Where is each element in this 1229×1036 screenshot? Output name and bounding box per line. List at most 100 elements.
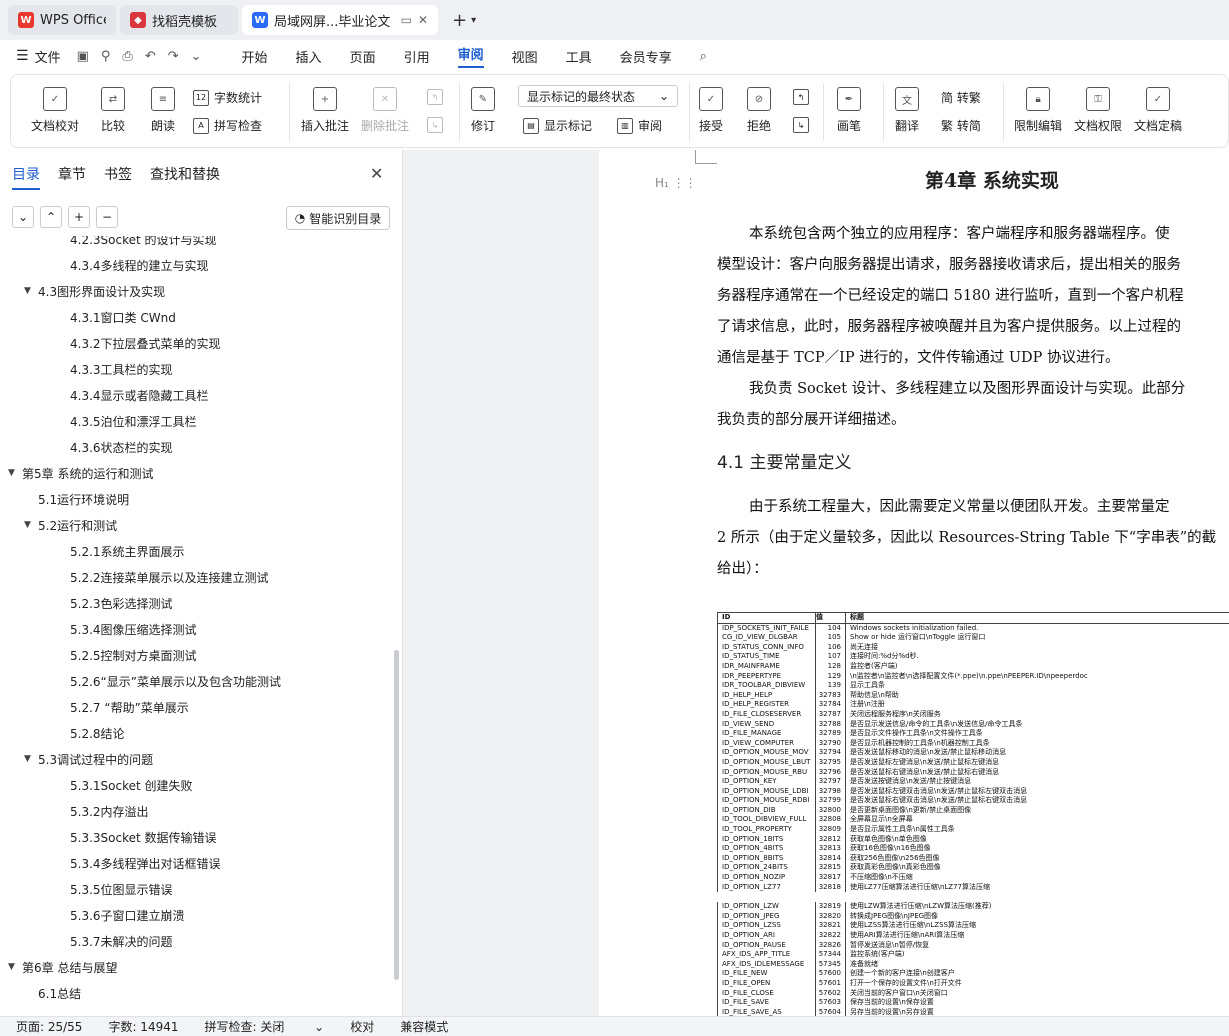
menu-insert[interactable]: 插入	[296, 47, 322, 66]
toc-item[interactable]: 4.3.2下拉层叠式菜单的实现	[70, 330, 221, 356]
doc-proof-button[interactable]: ✓ 文档校对	[31, 87, 79, 134]
toc-item[interactable]: 5.2.3色彩选择测试	[70, 590, 173, 616]
toc-item[interactable]: ▼ 4.3图形界面设计及实现	[24, 278, 165, 304]
expand-arrow-icon[interactable]: ▼	[8, 962, 22, 972]
compare-button[interactable]: ⇄ 比较	[101, 87, 125, 134]
chevron-down-icon[interactable]: ⌄	[191, 49, 202, 64]
toc-item[interactable]: 5.3.5位图显示错误	[70, 876, 173, 902]
next-change-icon[interactable]: ↳	[793, 117, 814, 133]
toc-item[interactable]: 5.2.8结论	[70, 720, 125, 746]
toc-item[interactable]: 5.3.4图像压缩选择测试	[70, 616, 197, 642]
toc-item[interactable]: 5.2.6“显示”菜单展示以及包含功能测试	[70, 668, 281, 694]
new-tab-plus-icon[interactable]: +	[452, 10, 467, 31]
toc-item[interactable]: 4.3.4显示或者隐藏工具栏	[70, 382, 209, 408]
expand-arrow-icon[interactable]: ▼	[8, 468, 22, 478]
prev-comment-icon[interactable]: ↰	[427, 89, 448, 105]
trad-to-simp-button[interactable]: 繁 转简	[941, 117, 981, 134]
toc-item[interactable]: 5.2.7 “帮助”菜单展示	[70, 694, 189, 720]
toc-item[interactable]: 5.2.2连接菜单展示以及连接建立测试	[70, 564, 269, 590]
toc-item[interactable]: 5.3.1Socket 创建失败	[70, 772, 193, 798]
next-comment-icon[interactable]: ↳	[427, 117, 448, 133]
proof-status[interactable]: 校对	[350, 1018, 374, 1035]
panel-scrollbar[interactable]	[394, 650, 399, 980]
expand-arrow-icon[interactable]: ▼	[24, 754, 38, 764]
toc-item[interactable]: 4.3.1窗口类 CWnd	[70, 304, 176, 330]
review-pane-button[interactable]: ▥ 审阅	[617, 117, 662, 134]
reject-button[interactable]: ⊘ 拒绝	[747, 87, 771, 134]
toc-item[interactable]: 5.2.1系统主界面展示	[70, 538, 185, 564]
toc-item[interactable]: 5.3.4多线程弹出对话框错误	[70, 850, 221, 876]
finalize-button[interactable]: ✓ 文档定稿	[1134, 87, 1182, 134]
toc-item[interactable]: 5.2.5控制对方桌面测试	[70, 642, 197, 668]
accept-button[interactable]: ✓ 接受	[699, 87, 723, 134]
cell-title: 获取16色图像\n16色图像	[845, 844, 1229, 854]
toc-item[interactable]: ▼ 5.3调试过程中的问题	[24, 746, 153, 772]
toc-item[interactable]: 4.3.4多线程的建立与实现	[70, 252, 209, 278]
tab-document[interactable]: W 局域网屏...毕业论文 ▭ ✕	[242, 5, 438, 35]
markup-state-select[interactable]: 显示标记的最终状态 ⌄	[518, 85, 678, 107]
document-page[interactable]: H₁ ⋮⋮ 第4章 系统实现 本系统包含两个独立的应用程序：客户端程序和服务器端…	[599, 150, 1229, 1016]
redo-icon[interactable]: ↷	[168, 49, 179, 64]
toc-item[interactable]: ▼ 第5章 系统的运行和测试	[8, 460, 153, 486]
show-markup-button[interactable]: ▤ 显示标记	[523, 117, 592, 134]
toc-item[interactable]: 6.1总结	[38, 980, 81, 1006]
toc-item[interactable]: 5.1运行环境说明	[38, 486, 129, 512]
toc-item[interactable]: 5.3.6子窗口建立崩溃	[70, 902, 185, 928]
word-count-button[interactable]: 12 字数统计	[193, 89, 262, 106]
tab-toc[interactable]: 目录	[12, 164, 40, 190]
spell-check-button[interactable]: A 拼写检查	[193, 117, 262, 134]
menu-tools[interactable]: 工具	[566, 47, 592, 66]
delete-comment-button[interactable]: ✕ 删除批注	[361, 87, 409, 134]
heading-level-icon[interactable]: H₁ ⋮⋮	[655, 176, 697, 190]
minus-icon[interactable]: −	[96, 206, 118, 228]
close-tab-icon[interactable]: ✕	[418, 13, 428, 27]
pen-button[interactable]: ✒ 画笔	[837, 87, 861, 134]
toc-item[interactable]: 5.3.3Socket 数据传输错误	[70, 824, 217, 850]
toc-item[interactable]: 4.3.6状态栏的实现	[70, 434, 173, 460]
menu-references[interactable]: 引用	[404, 47, 430, 66]
menu-view[interactable]: 视图	[512, 47, 538, 66]
doc-permission-button[interactable]: ⚿ 文档权限	[1074, 87, 1122, 134]
toc-item[interactable]: 4.3.5泊位和漂浮工具栏	[70, 408, 197, 434]
insert-comment-button[interactable]: + 插入批注	[301, 87, 349, 134]
expand-arrow-icon[interactable]: ▼	[24, 520, 38, 530]
tab-docer-template[interactable]: ◆ 找稻壳模板	[120, 5, 238, 35]
print-preview-icon[interactable]: ⎙	[122, 49, 132, 64]
prev-change-icon[interactable]: ↰	[793, 89, 814, 105]
restrict-edit-button[interactable]: 🔒︎ 限制编辑	[1014, 87, 1062, 134]
chevron-down-icon[interactable]: ⌄	[12, 206, 34, 228]
simp-to-trad-button[interactable]: 简 转繁	[941, 89, 981, 106]
tab-chapters[interactable]: 章节	[58, 164, 86, 190]
smart-toc-button[interactable]: ◔ 智能识别目录	[286, 206, 390, 230]
close-icon[interactable]: ✕	[370, 164, 383, 183]
chevron-up-icon[interactable]: ⌃	[40, 206, 62, 228]
share-icon[interactable]: ⚲	[101, 49, 111, 64]
menu-review[interactable]: 审阅	[457, 44, 484, 68]
tab-find-replace[interactable]: 查找和替换	[150, 164, 220, 190]
menu-home[interactable]: 开始	[242, 47, 268, 66]
file-menu[interactable]: ☰ 文件	[16, 47, 61, 66]
tab-bookmarks[interactable]: 书签	[104, 164, 132, 190]
menu-page[interactable]: 页面	[350, 47, 376, 66]
tab-wps-office[interactable]: W WPS Office	[8, 5, 116, 35]
expand-arrow-icon[interactable]: ▼	[24, 286, 38, 296]
toc-item[interactable]: 5.3.7未解决的问题	[70, 928, 173, 954]
save-icon[interactable]: ▣	[77, 49, 89, 64]
word-count-indicator[interactable]: 字数: 14941	[108, 1018, 178, 1035]
track-changes-button[interactable]: ✎ 修订	[471, 87, 495, 134]
page-indicator[interactable]: 页面: 25/55	[16, 1018, 82, 1035]
translate-button[interactable]: 文 翻译	[895, 87, 919, 134]
toc-item[interactable]: 4.2.3Socket 的设计与实现	[70, 236, 217, 252]
read-aloud-button[interactable]: ≡ 朗读	[151, 87, 175, 134]
menu-member[interactable]: 会员专享	[620, 47, 672, 66]
spell-check-status[interactable]: 拼写检查: 关闭 ⌄	[205, 1018, 325, 1035]
plus-icon[interactable]: +	[68, 206, 90, 228]
restore-tab-icon[interactable]: ▭	[401, 13, 412, 27]
search-icon[interactable]: ⌕	[700, 49, 707, 64]
toc-item[interactable]: ▼ 第6章 总结与展望	[8, 954, 117, 980]
chevron-down-icon[interactable]: ▾	[471, 15, 476, 26]
undo-icon[interactable]: ↶	[145, 49, 156, 64]
toc-item[interactable]: 5.3.2内存溢出	[70, 798, 149, 824]
toc-item[interactable]: ▼ 5.2运行和测试	[24, 512, 117, 538]
toc-item[interactable]: 4.3.3工具栏的实现	[70, 356, 173, 382]
